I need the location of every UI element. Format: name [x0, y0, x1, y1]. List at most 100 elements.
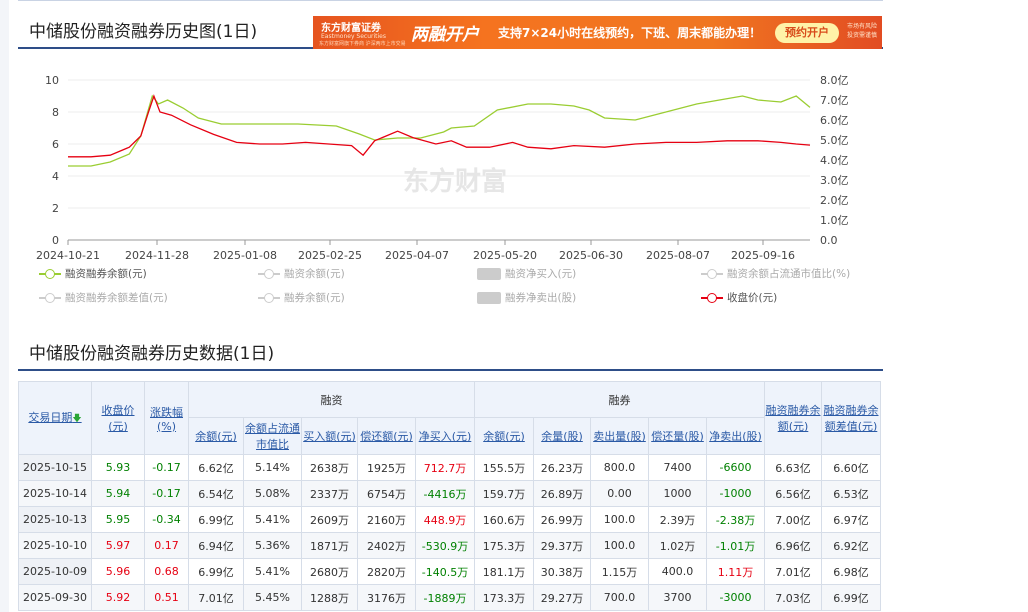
cell-diff: 6.97亿 [821, 506, 881, 533]
cell-rz-ratio: 5.14% [243, 454, 302, 481]
col-close-sort[interactable]: 收盘价(元) [91, 381, 145, 455]
banner-risk-note: 市场有风险 投资需谨慎 [847, 23, 878, 39]
cell-total: 7.00亿 [764, 506, 822, 533]
cell-change: -0.17 [144, 454, 189, 481]
legend-line-icon [258, 293, 280, 303]
cell-close: 5.94 [91, 480, 145, 507]
cell-rz-ratio: 5.36% [243, 532, 302, 559]
banner-tagline: 东方财富网旗下券商 沪深两市上市交易 [319, 41, 406, 47]
cell-rz-balance: 6.62亿 [188, 454, 244, 481]
cell-date: 2025-10-10 [18, 532, 92, 559]
cell-close: 5.92 [91, 584, 145, 611]
legend-item[interactable]: 融资余额(元) [258, 266, 345, 281]
legend-item[interactable]: 融资融券余额差值(元) [39, 290, 168, 305]
cell-rq-volume: 30.38万 [533, 558, 591, 585]
col-rq-volume-sort[interactable]: 余量(股) [533, 417, 591, 455]
cell-rq-net: -6600 [706, 454, 765, 481]
cell-rz-net: -1889万 [415, 584, 475, 611]
chart-watermark: 东方财富 [403, 166, 507, 197]
col-rq-repay-sort[interactable]: 偿还量(股) [648, 417, 707, 455]
table-body: 2025-10-15 5.93 -0.17 6.62亿 5.14% 2638万 1925万 7… [18, 454, 881, 611]
cell-rq-volume: 29.27万 [533, 584, 591, 611]
cell-date: 2025-10-13 [18, 506, 92, 533]
col-rq-sell-sort[interactable]: 卖出量(股) [590, 417, 649, 455]
col-rz-buy-sort[interactable]: 买入额(元) [301, 417, 358, 455]
cell-change: -0.17 [144, 480, 189, 507]
y-left-tick-label: 8 [52, 106, 59, 119]
legend-item[interactable]: 融券净卖出(股) [477, 290, 576, 305]
cell-rq-net: -1000 [706, 480, 765, 507]
col-date-sort[interactable]: 交易日期🡇 [18, 381, 92, 455]
cell-rq-repay: 7400 [648, 454, 707, 481]
cell-rz-buy: 2609万 [301, 506, 358, 533]
cell-total: 6.56亿 [764, 480, 822, 507]
col-rq-net-sort[interactable]: 净卖出(股) [706, 417, 765, 455]
cell-rz-net: -140.5万 [415, 558, 475, 585]
col-total-sort[interactable]: 融资融券余额(元) [764, 381, 822, 455]
cell-change: 0.17 [144, 532, 189, 559]
chart-title: 中储股份融资融券历史图(1日) [29, 22, 258, 42]
table-row: 2025-10-15 5.93 -0.17 6.62亿 5.14% 2638万 1925万 7… [18, 454, 881, 481]
cell-rz-repay: 6754万 [357, 480, 416, 507]
margin-history-table: 交易日期🡇 收盘价(元) 涨跌幅(%) 融资 融券 融资融券余额(元) 融资融券… [18, 381, 881, 611]
cell-close: 5.93 [91, 454, 145, 481]
table-row: 2025-10-10 5.97 0.17 6.94亿 5.36% 1871万 2402万 -5… [18, 532, 881, 559]
legend-bar-icon [477, 268, 501, 280]
banner-brand: 东方财富证券 [321, 23, 381, 34]
legend-line-icon [701, 269, 723, 279]
sort-down-icon: 🡇 [72, 414, 82, 424]
legend-label: 收盘价(元) [727, 292, 778, 304]
cell-rz-buy: 1871万 [301, 532, 358, 559]
cell-rq-net: -3000 [706, 584, 765, 611]
top-divider [18, 0, 883, 1]
x-tick-label: 2025-08-07 [646, 249, 710, 262]
cell-close: 5.97 [91, 532, 145, 559]
legend-label: 融资余额(元) [284, 268, 345, 280]
legend-label: 融券余额(元) [284, 292, 345, 304]
cell-total: 7.03亿 [764, 584, 822, 611]
y-right-tick-label: 6.0亿 [820, 114, 849, 127]
table-row: 2025-09-30 5.92 0.51 7.01亿 5.45% 1288万 3176万 -1… [18, 584, 881, 611]
col-change-sort[interactable]: 涨跌幅(%) [144, 381, 189, 455]
cell-rq-volume: 26.23万 [533, 454, 591, 481]
col-rz-repay-sort[interactable]: 偿还额(元) [357, 417, 416, 455]
y-right-tick-label: 7.0亿 [820, 94, 849, 107]
cell-rq-repay: 1000 [648, 480, 707, 507]
legend-item[interactable]: 融券余额(元) [258, 290, 345, 305]
table-row: 2025-10-13 5.95 -0.34 6.99亿 5.41% 2609万 2160万 4… [18, 506, 881, 533]
balance-line [68, 94, 811, 167]
banner-open-account-button[interactable]: 预约开户 [775, 23, 839, 43]
account-ad-banner[interactable]: 东方财富证券 Eastmoney Securities 东方财富网旗下券商 沪深… [313, 16, 882, 49]
legend-label: 融资净买入(元) [505, 268, 577, 280]
legend-item[interactable]: 融资融券余额(元) [39, 266, 147, 281]
cell-rz-repay: 1925万 [357, 454, 416, 481]
legend-item[interactable]: 融资余额占流通市值比(%) [701, 266, 850, 281]
margin-history-chart[interactable]: 东方财富 0 2 4 6 8 10 0.0 1.0亿 2.0亿 3.0亿 4.0亿 5.0亿 6.0亿 7… [0, 55, 880, 265]
legend-line-icon [258, 269, 280, 279]
legend-line-icon [39, 269, 61, 279]
legend-label: 融资融券余额差值(元) [65, 292, 168, 304]
cell-date: 2025-09-30 [18, 584, 92, 611]
legend-item[interactable]: 融资净买入(元) [477, 266, 576, 281]
col-rq-balance-sort[interactable]: 余额(元) [474, 417, 534, 455]
col-rz-balance-sort[interactable]: 余额(元) [188, 417, 244, 455]
legend-item[interactable]: 收盘价(元) [701, 290, 777, 305]
cell-rz-buy: 1288万 [301, 584, 358, 611]
col-rz-ratio-sort[interactable]: 余额占流通市值比 [243, 417, 302, 455]
cell-rz-net: -530.9万 [415, 532, 475, 559]
y-right-tick-label: 5.0亿 [820, 134, 849, 147]
cell-rz-buy: 2638万 [301, 454, 358, 481]
y-left-tick-label: 10 [45, 74, 59, 87]
cell-date: 2025-10-14 [18, 480, 92, 507]
cell-date: 2025-10-15 [18, 454, 92, 481]
cell-rz-repay: 2160万 [357, 506, 416, 533]
cell-diff: 6.60亿 [821, 454, 881, 481]
cell-rz-repay: 3176万 [357, 584, 416, 611]
cell-rz-net: -4416万 [415, 480, 475, 507]
cell-rz-balance: 6.99亿 [188, 506, 244, 533]
table-row: 2025-10-09 5.96 0.68 6.99亿 5.41% 2680万 2820万 -1… [18, 558, 881, 585]
cell-rq-volume: 26.89万 [533, 480, 591, 507]
col-rz-net-sort[interactable]: 净买入(元) [415, 417, 475, 455]
cell-close: 5.96 [91, 558, 145, 585]
col-diff-sort[interactable]: 融资融券余额差值(元) [821, 381, 881, 455]
